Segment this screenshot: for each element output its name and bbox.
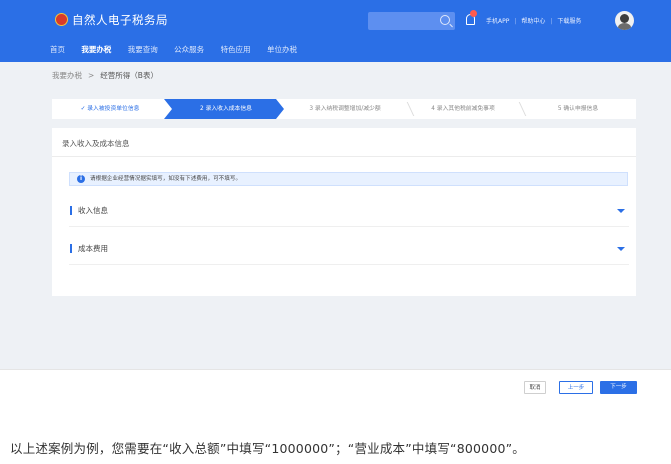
nav-featured-apps[interactable]: 特色应用 [221, 45, 251, 54]
link-download-service[interactable]: 下载服务 [557, 18, 581, 25]
step-1[interactable]: ✓ 录入被投资单位信息 [52, 99, 168, 119]
notice-text: 请根据企业经营情况据实填写，如没有下述费用，可不填写。 [90, 176, 242, 182]
search-input[interactable] [368, 12, 455, 30]
income-cost-card: 录入收入及成本信息 i 请根据企业经营情况据实填写，如没有下述费用，可不填写。 … [52, 128, 636, 296]
nav-unit-tax[interactable]: 单位办税 [267, 45, 297, 54]
nav-home[interactable]: 首页 [50, 45, 65, 54]
notice-banner: i 请根据企业经营情况据实填写，如没有下述费用，可不填写。 [69, 172, 628, 186]
section-cost-label: 成本费用 [78, 244, 108, 253]
prev-step-button[interactable]: 上一步 [559, 381, 593, 394]
section-marker [70, 206, 72, 215]
nav-query[interactable]: 我要查询 [128, 45, 158, 54]
caption-text: 以上述案例为例，您需要在“收入总额”中填写“1000000”；“营业成本”中填写… [10, 441, 525, 456]
breadcrumb-parent[interactable]: 我要办税 [52, 71, 82, 80]
card-title: 录入收入及成本信息 [62, 139, 130, 148]
top-links: 手机APP | 帮助中心 | 下载服务 [486, 16, 581, 25]
footer-bar: 取消 上一步 下一步 [0, 369, 671, 401]
step-progress: ✓ 录入被投资单位信息 2 录入收入成本信息 3 录入纳税调整增加/减少额 4 … [52, 99, 636, 119]
section-cost[interactable]: 成本费用 [69, 234, 629, 265]
nav-tax-handling[interactable]: 我要办税 [81, 45, 111, 54]
nav-public-service[interactable]: 公众服务 [174, 45, 204, 54]
breadcrumb: 我要办税 > 经营所得（B表） [52, 70, 158, 81]
link-help-center[interactable]: 帮助中心 [521, 18, 545, 25]
divider [52, 156, 636, 157]
step-3[interactable]: 3 录入纳税调整增加/减少额 [284, 99, 406, 119]
step-5[interactable]: 5 确认申报信息 [520, 99, 636, 119]
app-title: 自然人电子税务局 [72, 13, 168, 27]
app-window: 自然人电子税务局 手机APP | 帮助中心 | 下载服务 首页 我要办税 我要查询 公众… [0, 0, 671, 401]
tax-emblem-icon [55, 13, 68, 26]
main-nav: 首页 我要办税 我要查询 公众服务 特色应用 单位办税 [50, 44, 311, 55]
info-icon: i [77, 175, 85, 183]
section-income[interactable]: 收入信息 [69, 196, 629, 227]
notification-badge [470, 10, 477, 17]
divider: | [550, 18, 553, 25]
section-income-label: 收入信息 [78, 206, 108, 215]
breadcrumb-current: 经营所得（B表） [100, 71, 158, 80]
chevron-down-icon[interactable] [617, 247, 625, 251]
cancel-button[interactable]: 取消 [524, 381, 546, 394]
header: 自然人电子税务局 手机APP | 帮助中心 | 下载服务 首页 我要办税 我要查询 公众… [0, 0, 671, 62]
divider: | [514, 18, 517, 25]
chevron-down-icon[interactable] [617, 209, 625, 213]
chevron-right-icon: > [88, 71, 95, 80]
next-step-button[interactable]: 下一步 [600, 381, 637, 394]
avatar[interactable] [615, 11, 634, 30]
step-2[interactable]: 2 录入收入成本信息 [168, 99, 284, 119]
link-mobile-app[interactable]: 手机APP [486, 18, 509, 25]
step-4[interactable]: 4 录入其他税前减免事项 [406, 99, 520, 119]
section-marker [70, 244, 72, 253]
search-icon[interactable] [440, 15, 450, 25]
